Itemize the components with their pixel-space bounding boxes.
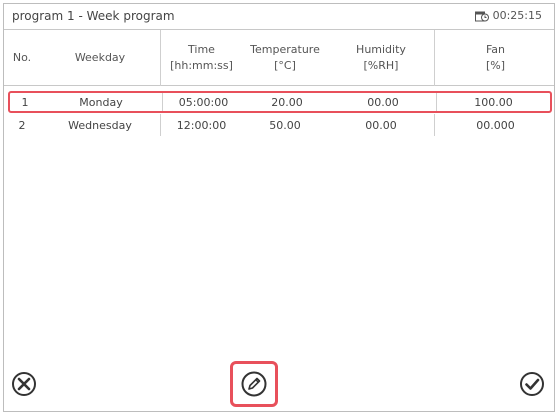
cell-weekday: Monday bbox=[79, 95, 123, 109]
cancel-button[interactable] bbox=[8, 368, 40, 400]
column-header-temperature: Temperature [°C] bbox=[250, 43, 320, 72]
checkmark-icon bbox=[520, 372, 544, 396]
pencil-icon bbox=[241, 371, 267, 397]
cell-no: 1 bbox=[21, 95, 29, 109]
cell-humidity: 00.00 bbox=[365, 118, 397, 132]
confirm-button[interactable] bbox=[516, 368, 548, 400]
calendar-clock-icon bbox=[474, 11, 489, 21]
column-header-time: Time [hh:mm:ss] bbox=[160, 30, 242, 86]
program-window: program 1 - Week program 00:25:15 No. We… bbox=[3, 3, 555, 412]
table-row[interactable]: 2 Wednesday 12:00:00 50.00 00.00 00.000 bbox=[4, 114, 554, 136]
title-bar: program 1 - Week program 00:25:15 bbox=[4, 4, 554, 30]
cell-humidity: 00.00 bbox=[367, 95, 399, 109]
cell-temperature: 20.00 bbox=[271, 95, 303, 109]
column-header-humidity: Humidity [%RH] bbox=[356, 43, 406, 72]
window-title: program 1 - Week program bbox=[12, 9, 175, 23]
column-header-fan: Fan [%] bbox=[434, 30, 554, 86]
clock-time: 00:25:15 bbox=[492, 9, 542, 22]
cell-no: 2 bbox=[18, 118, 26, 132]
cell-temperature: 50.00 bbox=[269, 118, 301, 132]
column-header-no: No. bbox=[12, 51, 32, 64]
cell-time: 05:00:00 bbox=[162, 93, 244, 111]
cell-time: 12:00:00 bbox=[160, 114, 242, 136]
cell-weekday: Wednesday bbox=[68, 118, 132, 132]
column-header-weekday: Weekday bbox=[74, 51, 126, 64]
cell-fan: 00.000 bbox=[434, 114, 554, 136]
clock: 00:25:15 bbox=[474, 9, 542, 22]
cell-fan: 100.00 bbox=[436, 93, 550, 111]
cancel-icon bbox=[12, 372, 36, 396]
table-row[interactable]: 1 Monday 05:00:00 20.00 00.00 100.00 bbox=[8, 91, 552, 113]
edit-button[interactable] bbox=[238, 368, 270, 400]
table-header: No. Weekday Time [hh:mm:ss] Temperature [°… bbox=[4, 30, 554, 86]
